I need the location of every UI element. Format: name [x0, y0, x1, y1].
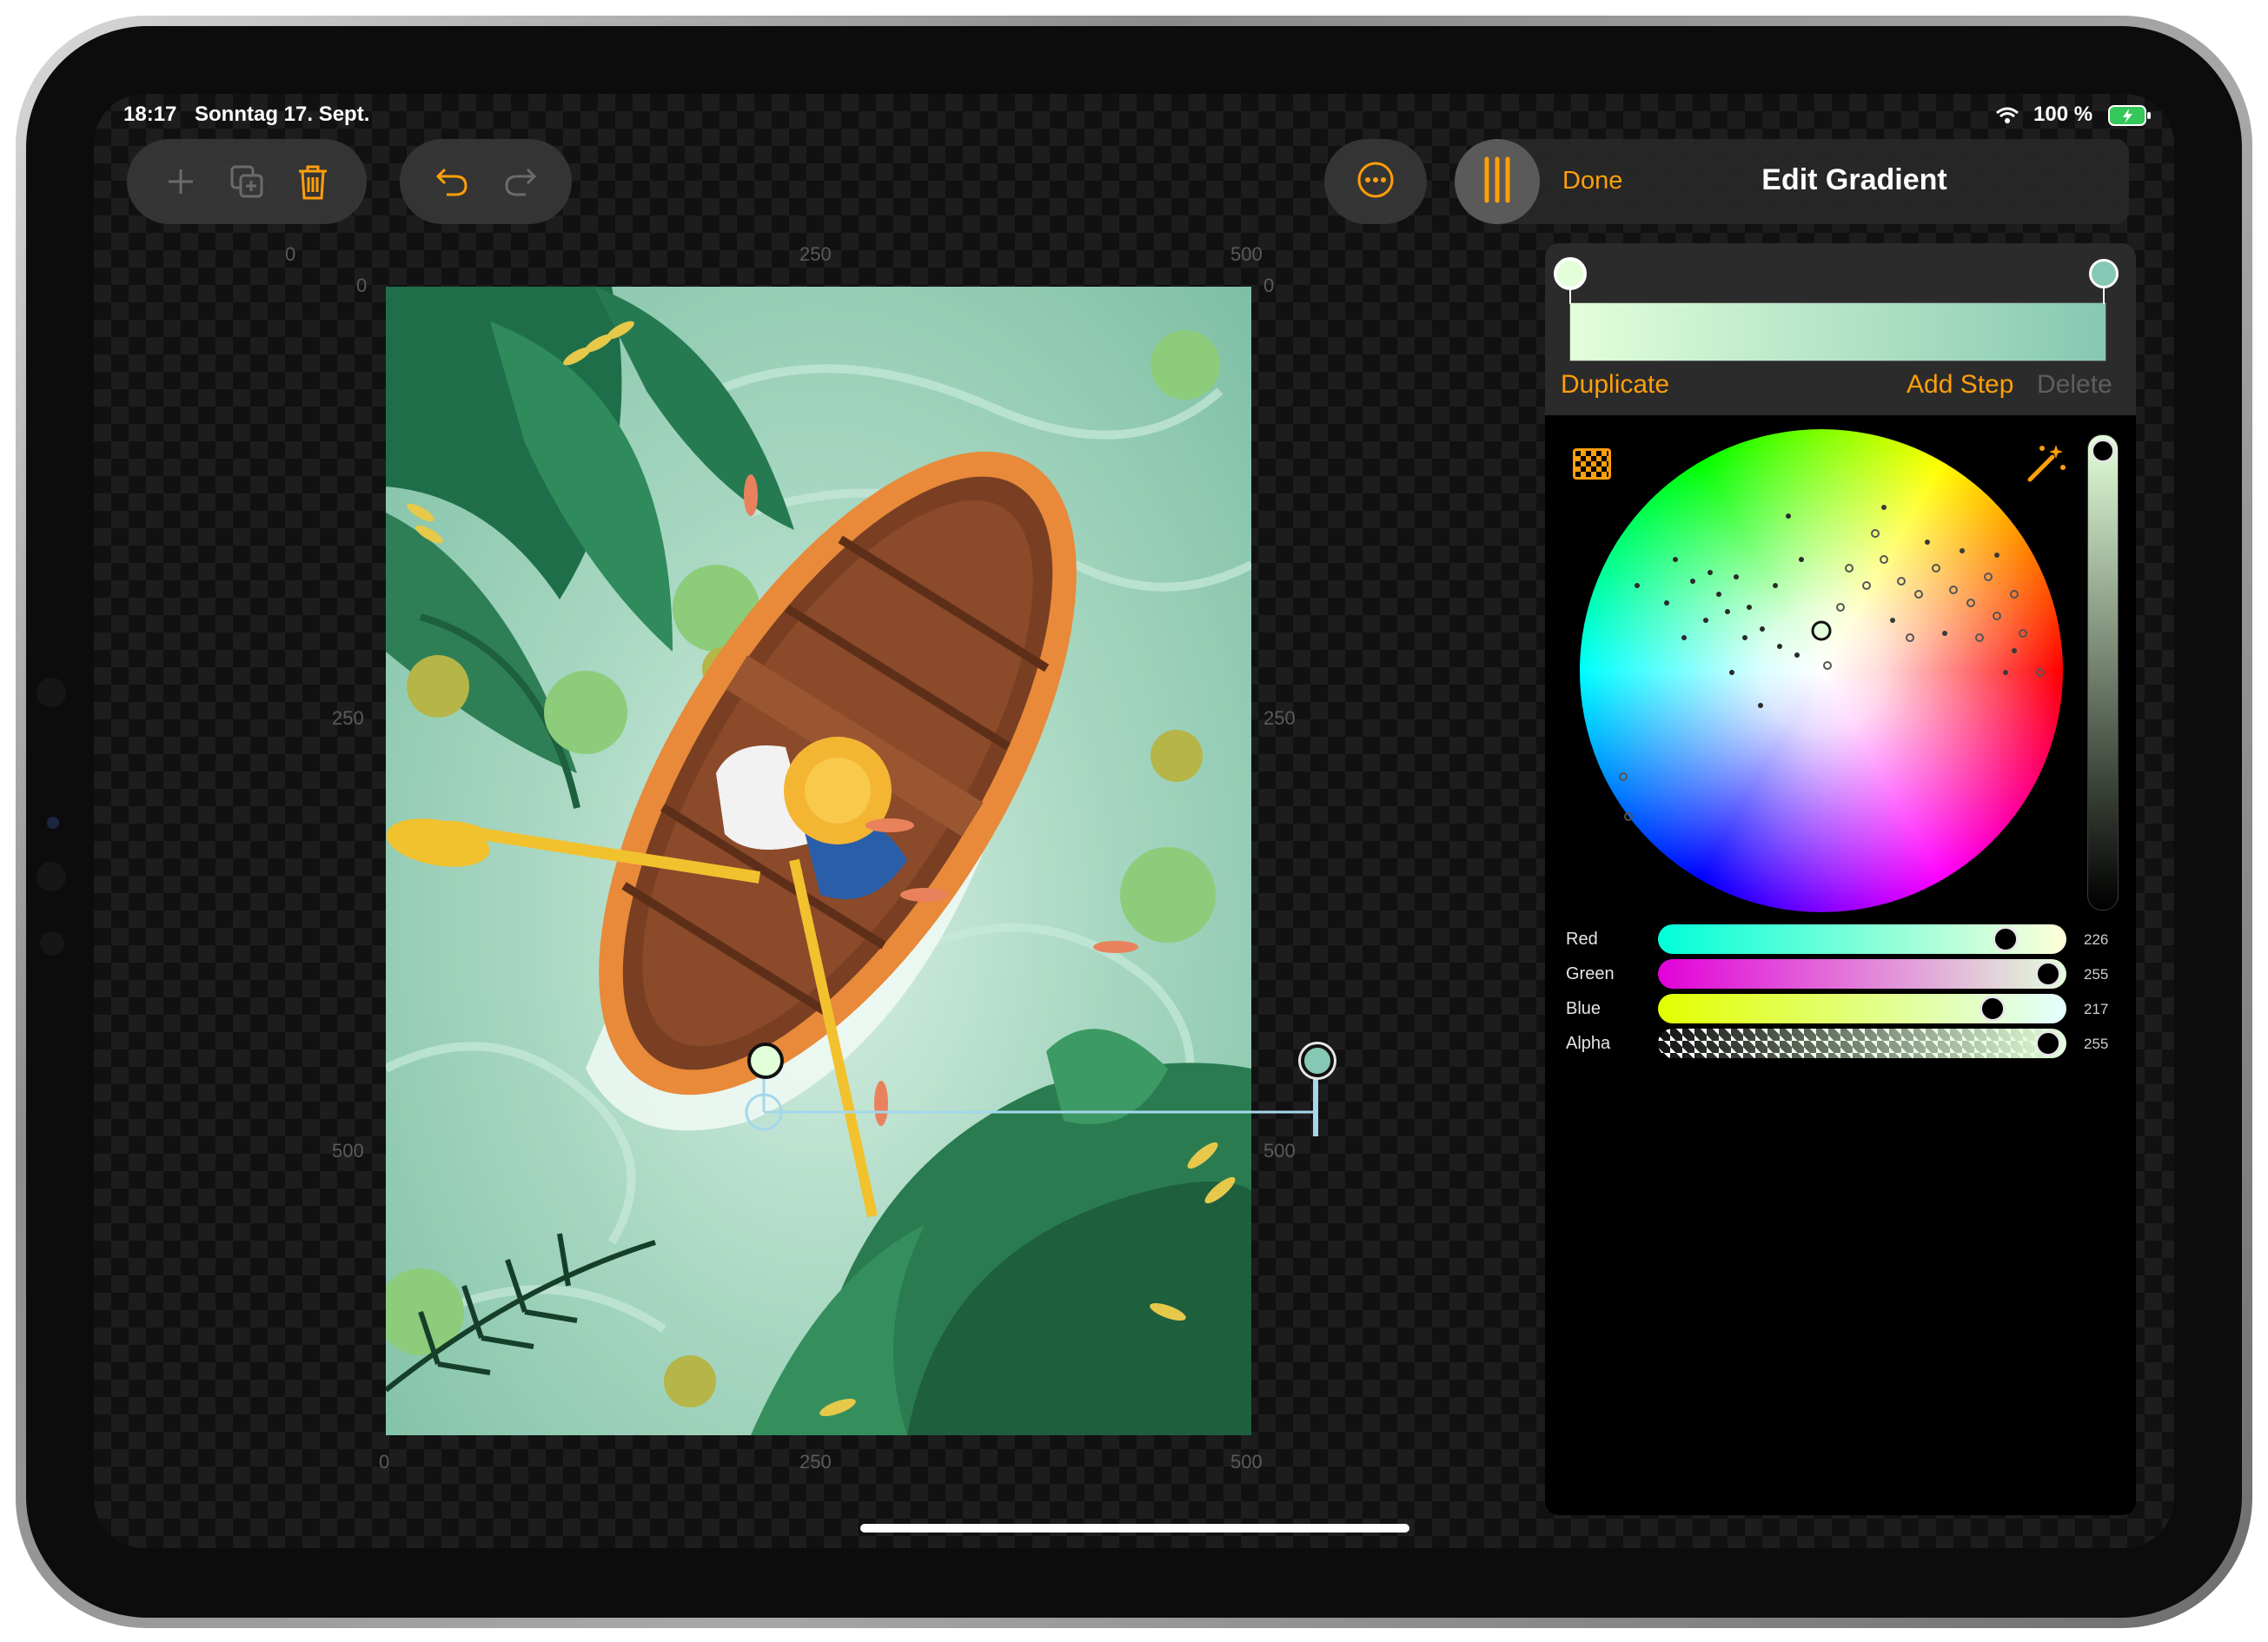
panel-toggle-button[interactable]	[1455, 139, 1540, 224]
side-button	[36, 678, 66, 707]
gradient-end-handle[interactable]	[1301, 1044, 1334, 1077]
gradient-preview-bar[interactable]	[1569, 302, 2106, 361]
alpha-slider[interactable]	[1658, 1029, 2066, 1058]
alpha-value: 255	[2084, 1036, 2109, 1052]
red-slider[interactable]	[1658, 924, 2066, 954]
alpha-knob[interactable]	[2035, 1030, 2061, 1056]
blue-knob[interactable]	[1980, 996, 2006, 1022]
red-knob[interactable]	[1993, 926, 2019, 952]
battery-icon	[2108, 104, 2152, 131]
side-button	[36, 862, 66, 891]
done-button[interactable]: Done	[1562, 167, 1622, 195]
alpha-label: Alpha	[1566, 1034, 1611, 1053]
gradient-stop-start[interactable]	[1554, 257, 1587, 290]
gradient-handles	[745, 1058, 1318, 1136]
red-value: 226	[2084, 931, 2109, 948]
panel-header: Done Edit Gradient	[1455, 139, 2129, 224]
blue-slider[interactable]	[1658, 994, 2066, 1023]
green-knob[interactable]	[2035, 961, 2061, 987]
green-value: 255	[2084, 966, 2109, 983]
home-indicator[interactable]	[860, 1524, 1409, 1533]
red-label: Red	[1566, 930, 1598, 949]
color-wheel[interactable]	[1580, 429, 2063, 912]
gradient-start-handle[interactable]	[747, 1043, 784, 1079]
color-samples	[1619, 505, 2045, 821]
gradient-panel: Duplicate Add Step Delete Red 226 Green …	[1545, 243, 2136, 1515]
battery-percent: 100 %	[2033, 103, 2093, 126]
sliders-icon	[1480, 156, 1515, 209]
wifi-icon	[1995, 106, 2019, 129]
green-label: Green	[1566, 964, 1615, 983]
side-button	[40, 931, 64, 956]
delete-button[interactable]: Delete	[2037, 370, 2112, 400]
green-slider[interactable]	[1658, 959, 2066, 989]
gradient-stop-end[interactable]	[2089, 259, 2119, 288]
brightness-slider[interactable]	[2087, 434, 2119, 910]
brightness-knob[interactable]	[2091, 439, 2115, 463]
camera	[47, 817, 59, 829]
add-step-button[interactable]: Add Step	[1907, 370, 2013, 400]
duplicate-button[interactable]: Duplicate	[1561, 370, 1669, 400]
blue-value: 217	[2084, 1001, 2109, 1017]
blue-label: Blue	[1566, 999, 1602, 1018]
gradient-stops-area: Duplicate Add Step Delete	[1545, 243, 2136, 415]
panel-title: Edit Gradient	[1761, 163, 1947, 196]
